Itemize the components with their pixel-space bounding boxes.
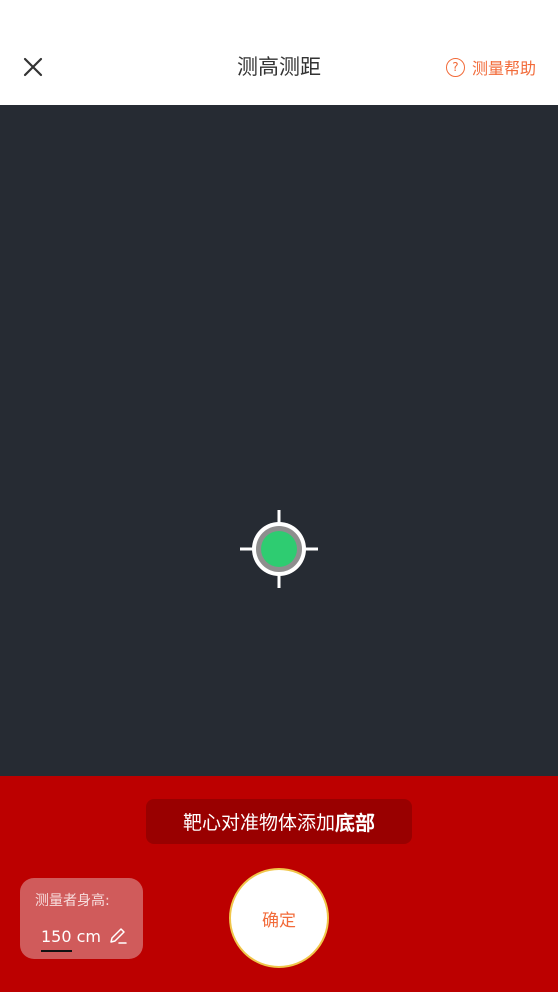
help-label: 测量帮助: [471, 59, 536, 78]
header-bar: 测高测距 ? 测量帮助: [0, 0, 558, 105]
user-height-card[interactable]: 测量者身高: 150 cm: [20, 878, 143, 959]
question-circle-icon: ?: [445, 57, 465, 77]
height-value-row[interactable]: 150 cm: [41, 926, 128, 946]
crosshair-target-icon: [240, 510, 318, 588]
height-underline: [41, 950, 72, 952]
help-button[interactable]: ? 测量帮助: [445, 55, 536, 79]
pencil-icon[interactable]: [108, 926, 128, 946]
hint-emphasis: 底部: [335, 811, 375, 835]
bottom-panel: 靶心对准物体添加 底部 测量者身高: 150 cm 确定: [0, 776, 558, 992]
camera-preview[interactable]: [0, 105, 558, 776]
height-value: 150 cm: [41, 926, 102, 946]
hint-text: 靶心对准物体添加: [182, 812, 335, 834]
height-label: 测量者身高:: [35, 893, 110, 909]
confirm-button[interactable]: 确定: [229, 868, 329, 968]
instruction-banner: 靶心对准物体添加 底部: [146, 799, 412, 844]
